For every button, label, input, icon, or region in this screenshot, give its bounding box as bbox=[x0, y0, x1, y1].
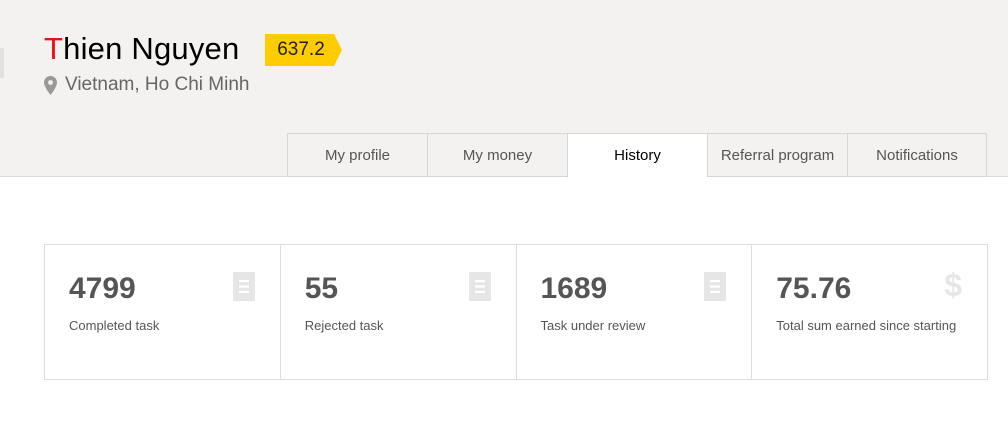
stat-value: 4799 bbox=[69, 272, 136, 305]
dollar-icon: $ bbox=[944, 267, 962, 303]
stat-value: 55 bbox=[304, 272, 339, 305]
tab-my-money[interactable]: My money bbox=[427, 133, 567, 177]
left-edge-tab bbox=[0, 48, 4, 78]
stat-label: Task under review bbox=[540, 318, 646, 333]
stat-label: Total sum earned since starting bbox=[776, 318, 957, 333]
user-name-rest: hien Nguyen bbox=[63, 31, 240, 66]
stat-label: Completed task bbox=[69, 318, 160, 333]
tab-my-profile[interactable]: My profile bbox=[287, 133, 427, 177]
tab-history[interactable]: History bbox=[567, 133, 707, 178]
profile-header: Thien Nguyen 637.2 Vietnam, Ho Chi Minh … bbox=[0, 0, 1008, 178]
stat-label: Rejected task bbox=[304, 318, 384, 333]
user-name-first-letter: T bbox=[44, 31, 64, 66]
document-icon bbox=[704, 272, 727, 301]
profile-tabs: My profile My money History Referral pro… bbox=[287, 133, 987, 178]
location-pin-icon bbox=[44, 75, 57, 95]
stat-total-earned: 75.76 Total sum earned since starting $ bbox=[752, 245, 987, 379]
document-icon bbox=[468, 272, 491, 301]
stat-rejected-task: 55 Rejected task bbox=[281, 245, 517, 379]
stat-value: 75.76 bbox=[776, 272, 852, 305]
location: Vietnam, Ho Chi Minh bbox=[44, 72, 249, 98]
user-name: Thien Nguyen bbox=[44, 29, 239, 69]
stat-task-under-review: 1689 Task under review bbox=[517, 245, 753, 379]
rating-value: 637.2 bbox=[277, 39, 325, 60]
location-text: Vietnam, Ho Chi Minh bbox=[65, 74, 250, 95]
stats-panel: 4799 Completed task 55 Rejected task 168… bbox=[44, 244, 988, 380]
stat-completed-task: 4799 Completed task bbox=[45, 245, 281, 379]
stat-value: 1689 bbox=[540, 272, 608, 305]
document-icon bbox=[232, 272, 255, 301]
tab-referral-program[interactable]: Referral program bbox=[707, 133, 847, 177]
rating-badge: 637.2 bbox=[265, 34, 342, 66]
tab-notifications[interactable]: Notifications bbox=[847, 133, 987, 177]
